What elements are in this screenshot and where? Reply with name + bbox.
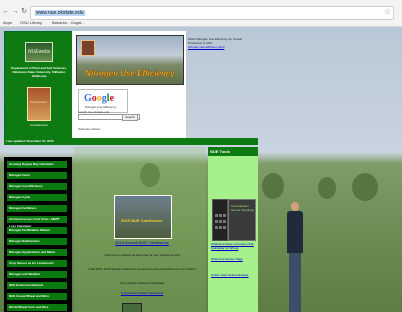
main-text-3: Crop Sensor Software Download xyxy=(120,281,164,285)
nav-item[interactable]: Nitrogen Fertilizers xyxy=(7,205,67,212)
tools-link-yield[interactable]: Online Yield Goal Calculator xyxy=(211,273,255,277)
nav-item[interactable]: Nitrogen Applications and Maize xyxy=(7,249,67,256)
nav-item[interactable]: Nitrogen Facts xyxy=(7,172,67,179)
nav-item[interactable]: Nitrogen Use Efficiency xyxy=(7,183,67,190)
person-image xyxy=(286,202,304,312)
update-bar: Last updated: November 07, 2015 xyxy=(4,138,258,145)
calculator-image[interactable] xyxy=(212,199,228,241)
google-word: Google xyxy=(84,93,115,104)
bookmark-apps[interactable]: Apps xyxy=(3,20,12,25)
last-updated: Last updated: November 07, 2015 xyxy=(6,139,54,143)
nav-item[interactable]: Nitrogen Cycle xyxy=(7,194,67,201)
tree-image xyxy=(352,173,378,201)
osu-logo xyxy=(81,40,95,56)
nue-banner: Nitrogen Use Efficiency xyxy=(76,35,184,85)
visitor-counter: Total site visitors: xyxy=(78,127,101,131)
url-text[interactable]: www.nue.okstate.edu xyxy=(35,10,85,16)
department-text: Department of Plant and Soil Sciences, O… xyxy=(11,66,67,78)
tools-link-sensor[interactable]: NUE Crop Sensor Page xyxy=(211,257,255,261)
nue-fact-text: World Nitrogen Use Efficiency for Cereal… xyxy=(188,37,242,45)
nue-tools-panel: NUE Tools GreenSeeker Sensor Readings Ok… xyxy=(208,147,258,312)
tools-title: NUE Tools xyxy=(210,149,230,154)
google-subtitle: Nitrogen Use Efficiency xyxy=(85,105,117,109)
main-link-2[interactable]: N-Optimizer Grower Information xyxy=(80,291,204,295)
nav-item[interactable]: Nitrogen Fertilization Pattern xyxy=(7,227,67,234)
site-logo[interactable]: NUEwebs xyxy=(25,42,53,62)
bookmark-bahadur[interactable]: Bahadur - Gogal... xyxy=(52,20,85,25)
nav-item[interactable]: Nitrogen and Weather xyxy=(7,271,67,278)
back-icon[interactable]: ← xyxy=(2,8,10,16)
conference-photo[interactable]: 2015 NUE Conference xyxy=(114,195,172,239)
center-header-panel: Nitrogen Use Efficiency Google Nitrogen … xyxy=(72,31,186,138)
nav-item[interactable]: NUE Cereal Wheat and Nitro xyxy=(7,293,67,300)
main-content: 2015 NUE Conference 2015 Annual NUE Conf… xyxy=(74,147,206,312)
tools-header: NUE Tools xyxy=(208,147,258,156)
tools-link-calculator[interactable]: Oklahoma State University NUE Calculator… xyxy=(211,242,255,250)
nav-item[interactable]: Crop Sensor as for Lockwood's xyxy=(7,260,67,267)
forward-icon[interactable]: → xyxy=(11,8,19,16)
bookmark-star-icon[interactable]: ☆ xyxy=(384,7,391,16)
reload-icon[interactable]: ↻ xyxy=(20,8,28,16)
main-text-1: Click here to access an Excel file for y… xyxy=(104,253,180,257)
nue-fact-link[interactable]: nitrogen-use-efficiency.html xyxy=(188,45,224,49)
thumbnail-image[interactable] xyxy=(122,303,142,312)
main-text-2: NUE 2015, 2016 Wheat Conference Announce… xyxy=(88,267,196,271)
nav-item[interactable]: Nitrogen Deficiencies xyxy=(7,238,67,245)
sensor-image[interactable]: GreenSeeker Sensor Readings xyxy=(228,199,256,241)
book-image[interactable]: Crop Sensor xyxy=(27,87,51,121)
nav-item[interactable]: Ammonia losses from Urea + NBPT Loss Cal… xyxy=(7,216,67,228)
banner-title: Nitrogen Use Efficiency xyxy=(85,69,175,78)
tree-image xyxy=(262,173,284,199)
page-background: NUEwebs Department of Plant and Soil Sci… xyxy=(0,27,402,312)
nav-item[interactable]: Growing Degree Day Calculator xyxy=(7,161,67,168)
tree-image xyxy=(318,177,336,199)
left-header-panel: NUEwebs Department of Plant and Soil Sci… xyxy=(4,31,74,140)
left-nav: Growing Degree Day Calculator Nitrogen F… xyxy=(4,157,72,312)
nav-item[interactable]: World Wheat Corn and Rice xyxy=(7,304,67,311)
address-bar[interactable]: www.nue.okstate.edu ☆ xyxy=(30,6,394,20)
left-panel-link[interactable]: Crowdsource xyxy=(19,123,59,127)
conference-link[interactable]: 2015 Annual NUE Conference xyxy=(114,240,170,245)
search-button[interactable]: Search xyxy=(122,114,138,121)
browser-toolbar: ← → ↻ www.nue.okstate.edu ☆ Apps OSU Lib… xyxy=(0,0,402,27)
bookmark-osu-library[interactable]: OSU Library xyxy=(20,20,42,25)
bookmarks-bar: Apps OSU Library Bahadur - Gogal... xyxy=(0,19,402,26)
nav-item[interactable]: NUE Extension Network xyxy=(7,282,67,289)
